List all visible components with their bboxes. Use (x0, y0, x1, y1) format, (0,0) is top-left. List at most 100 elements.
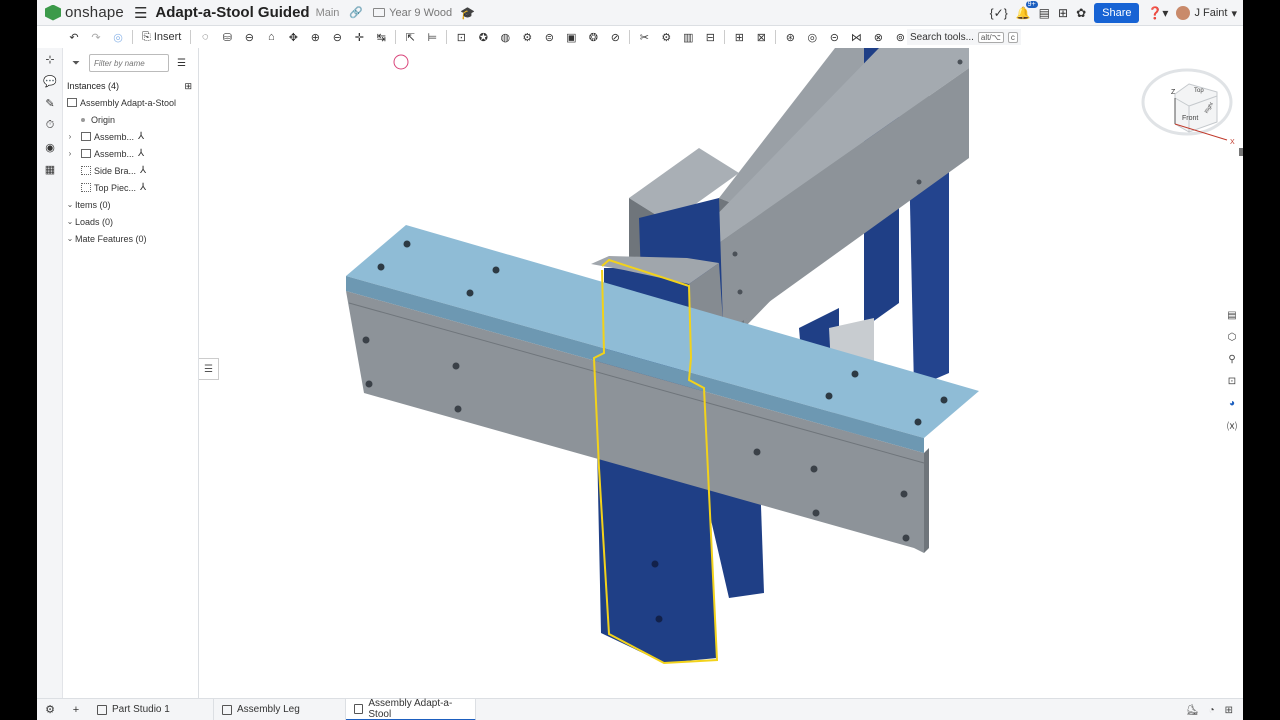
mass-properties-icon[interactable]: ⊠ (750, 26, 772, 48)
tree-item-subassembly[interactable]: › Assemb... ⅄ (63, 145, 198, 162)
measure-icon[interactable]: ⊞ (728, 26, 750, 48)
list-view-icon[interactable]: ☰ (177, 58, 186, 69)
pin-slot-mate-icon[interactable]: ✛ (348, 26, 370, 48)
revolute-mate-icon[interactable]: ⌂ (260, 26, 282, 48)
animate-icon[interactable]: ⊛ (779, 26, 801, 48)
share-button[interactable]: Share (1094, 3, 1140, 23)
view-cube-graphic[interactable]: Top Front Right Z X (1127, 62, 1243, 162)
insert-button[interactable]: ⎘ Insert (136, 31, 187, 44)
tangent-mate-icon[interactable]: ⇱ (399, 26, 421, 48)
planar-mate-icon[interactable]: ⊕ (304, 26, 326, 48)
section-loads[interactable]: ⌄ Loads (0) (63, 213, 198, 230)
cube-top-label[interactable]: Top (1194, 88, 1204, 94)
grid-icon[interactable]: ⊞ (1058, 6, 1068, 20)
properties-icon[interactable]: ▦ (37, 158, 63, 180)
section-mate-features[interactable]: ⌄ Mate Features (0) (63, 230, 198, 247)
connect-icon[interactable]: ⊗ (867, 26, 889, 48)
variables-icon[interactable]: {✓} (990, 6, 1008, 20)
refresh-icon[interactable]: ◎ (107, 26, 129, 48)
exploded-views-icon[interactable]: ⊡ (1221, 370, 1243, 392)
linear-relation-icon[interactable]: ▣ (560, 26, 582, 48)
slider-mate-icon[interactable]: ✥ (282, 26, 304, 48)
simulation-icon[interactable]: ◉ (37, 136, 63, 158)
chevron-right-icon[interactable]: › (65, 132, 75, 141)
folder-icon (373, 8, 386, 17)
view-options-icon[interactable] (1239, 148, 1243, 156)
assembly-icon (67, 98, 77, 107)
replicate-icon[interactable]: ◌ (194, 26, 216, 48)
ball-mate-icon[interactable]: ↹ (370, 26, 392, 48)
settings-icon[interactable]: ⚙ (37, 699, 63, 720)
add-tab-icon[interactable]: + (63, 699, 89, 720)
explode-icon[interactable]: ❂ (582, 26, 604, 48)
cylinder-icon[interactable]: ⛁ (216, 26, 238, 48)
comments-icon[interactable]: 💬 (37, 70, 63, 92)
chevron-right-icon[interactable]: › (65, 149, 75, 158)
width-mate-icon[interactable]: ⊨ (421, 26, 443, 48)
cube-front-label[interactable]: Front (1182, 115, 1198, 122)
filter-icon[interactable]: ⏷ (67, 58, 85, 69)
hide-icon[interactable]: ✂ (633, 26, 655, 48)
tab-assembly-leg[interactable]: Assembly Leg (214, 698, 346, 720)
folder-breadcrumb[interactable]: Year 9 Wood (373, 7, 452, 19)
gear-icon[interactable]: ⚙ (655, 26, 677, 48)
appearance-panel-icon[interactable]: ▤ (1221, 304, 1243, 326)
toolbar-divider (629, 30, 631, 44)
add-folder-icon[interactable]: ⊞ (184, 81, 192, 92)
grid-pattern-icon[interactable]: ▥ (677, 26, 699, 48)
graphics-viewport[interactable] (199, 48, 1217, 698)
section-items[interactable]: ⌄ Items (0) (63, 196, 198, 213)
tree-item-subassembly[interactable]: › Assemb... ⅄ (63, 128, 198, 145)
filter-input[interactable] (89, 54, 169, 72)
app-store-icon[interactable]: ✿ (1076, 6, 1086, 20)
render-studio-icon[interactable]: ◕ (1221, 392, 1243, 414)
tree-item-part[interactable]: Side Bra... ⅄ (63, 162, 198, 179)
cylindrical-mate-icon[interactable]: ⊖ (326, 26, 348, 48)
folder-label: Year 9 Wood (389, 6, 453, 19)
tree-item-part[interactable]: Top Piec... ⅄ (63, 179, 198, 196)
variables-panel-icon[interactable]: ⒳ (1221, 414, 1243, 436)
render-mode-icon[interactable]: ⛸ (1186, 705, 1199, 716)
classroom-icon[interactable]: 🎓 (460, 6, 475, 20)
redo-icon[interactable]: ↷ (85, 26, 107, 48)
mate-connector-tool-icon[interactable]: ✪ (472, 26, 494, 48)
rack-pinion-icon[interactable]: ⚙ (516, 26, 538, 48)
units-icon[interactable]: ⊞ (1225, 705, 1233, 716)
tree-item-origin[interactable]: Origin (63, 111, 198, 128)
toolbar-divider (132, 30, 133, 44)
group-icon[interactable]: ⊡ (450, 26, 472, 48)
view-cube[interactable]: Top Front Right Z X (1127, 62, 1243, 162)
document-title[interactable]: Adapt-a-Stool Guided (155, 4, 309, 21)
screw-relation-icon[interactable]: ⊜ (538, 26, 560, 48)
mirror-icon[interactable]: ⋈ (845, 26, 867, 48)
menu-icon[interactable]: ☰ (134, 4, 147, 22)
notifications-icon[interactable]: 🔔 9+ (1016, 1, 1038, 20)
fastened-mate-icon[interactable]: ⊖ (238, 26, 260, 48)
rotation-icon[interactable]: ◎ (801, 26, 823, 48)
display-states-icon[interactable]: ⊟ (699, 26, 721, 48)
view-mode-icon[interactable]: ◔ (1209, 705, 1215, 716)
section-view-icon[interactable]: ⊘ (604, 26, 626, 48)
tab-assembly-adapt-a-stool[interactable]: Assembly Adapt-a-Stool (346, 698, 476, 720)
branch-label[interactable]: Main (316, 7, 340, 19)
user-menu[interactable]: J Faint ▾ (1176, 6, 1237, 20)
undo-icon[interactable]: ↶ (63, 26, 85, 48)
bom-icon[interactable]: ✎ (37, 92, 63, 114)
interference-icon[interactable]: ⊝ (823, 26, 845, 48)
search-tools-input[interactable]: Search tools... alt/⌥ c (907, 29, 1021, 45)
named-views-icon[interactable]: ⚲ (1221, 348, 1243, 370)
panel-collapse-handle[interactable]: ☰ (199, 358, 219, 380)
link-icon[interactable]: 🔗 (349, 6, 363, 19)
mate-connector-icon[interactable]: ⊹ (37, 48, 63, 70)
onshape-app: onshape ☰ Adapt-a-Stool Guided Main 🔗 Ye… (37, 0, 1243, 720)
tab-part-studio-1[interactable]: Part Studio 1 (89, 698, 214, 720)
help-icon[interactable]: ❓▾ (1147, 6, 1168, 20)
model-canvas[interactable] (199, 48, 1217, 698)
gear-relation-icon[interactable]: ◍ (494, 26, 516, 48)
side-brace-end[interactable] (924, 448, 929, 553)
onshape-logo[interactable]: onshape (45, 4, 124, 21)
configuration-icon[interactable]: ⬡ (1221, 326, 1243, 348)
tree-item-assembly[interactable]: Assembly Adapt-a-Stool (63, 94, 198, 111)
document-icon[interactable]: ▤ (1039, 6, 1050, 20)
history-icon[interactable]: ⏱ (37, 114, 63, 136)
